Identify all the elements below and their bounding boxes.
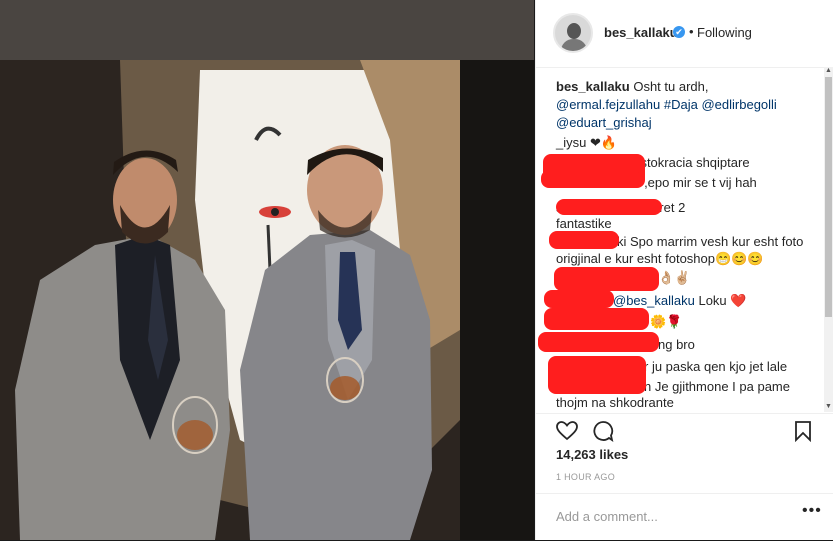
avatar-head [567,23,581,39]
redaction-mark [556,199,662,215]
separator-dot: • [689,24,694,39]
comment-8: 🌼🌹 [650,314,683,329]
profile-avatar[interactable] [553,13,593,53]
redaction-mark [541,170,641,188]
mention-bes[interactable]: @bes_kallaku [613,293,695,308]
heart-icon[interactable] [556,421,578,441]
comment-6: 👌🏼✌🏼 [658,270,691,285]
post-timestamp[interactable]: 1 HOUR AGO [556,472,615,482]
verified-badge-icon: ✔ [673,26,685,38]
comments-list[interactable]: bes_kallaku Osht tu ardh, @ermal.fejzull… [536,68,833,413]
redaction-mark [544,308,649,330]
caption-username[interactable]: bes_kallaku [556,79,630,94]
scrollbar-thumb[interactable] [825,77,832,317]
comment-9: ng bro [658,337,695,352]
scroll-down-arrow-icon[interactable]: ▼ [824,403,833,412]
action-bar [536,413,833,450]
hashtag-daja[interactable]: #Daja [664,97,698,112]
comments-scrollbar[interactable]: ▲ ▼ [824,67,833,412]
add-comment-bar: ••• [536,493,833,541]
mention-edlir[interactable]: @edlirbegolli [701,97,776,112]
post-header: bes_kallaku ✔ • Following [536,0,833,68]
add-comment-input[interactable] [556,506,786,526]
bookmark-icon[interactable] [794,420,812,442]
photo-illustration [0,0,534,540]
comment-1: _iysu ❤🔥 [556,135,618,150]
scroll-up-arrow-icon[interactable]: ▲ [824,67,833,76]
comment-icon[interactable] [592,420,614,442]
likes-count[interactable]: 14,263 likes [556,447,628,462]
comment-5-line-2: origjinal e kur esht fotoshop😁😊😊 [556,251,764,266]
post-photo[interactable] [0,0,534,540]
following-button[interactable]: Following [697,25,752,40]
redaction-mark [554,267,659,291]
redaction-mark [544,290,614,308]
username-link[interactable]: bes_kallaku [604,25,678,40]
mention-eduart[interactable]: @eduart_grishaj [556,114,652,132]
comment-5: ki Spo marrim vesh kur esht foto [617,234,804,249]
mention-ermal[interactable]: @ermal.fejzullahu [556,97,660,112]
post-panel: bes_kallaku ✔ • Following bes_kallaku Os… [535,0,833,540]
caption-text: Osht tu ardh, [633,79,709,94]
caption-line-2: @ermal.fejzullahu #Daja @edlirbegolli [556,96,777,114]
comment-11-line-2: thojm na shkodrante [556,395,674,410]
more-options-icon[interactable]: ••• [802,502,822,520]
caption: bes_kallaku Osht tu ardh, [556,78,709,96]
comment-3: uu ,epo mir se t vij hah [626,175,757,190]
avatar-body [561,39,587,51]
comment-10: r ju paska qen kjo jet lale [644,359,788,374]
redaction-mark [548,356,646,394]
redaction-mark [538,332,659,352]
redaction-mark [549,231,619,249]
